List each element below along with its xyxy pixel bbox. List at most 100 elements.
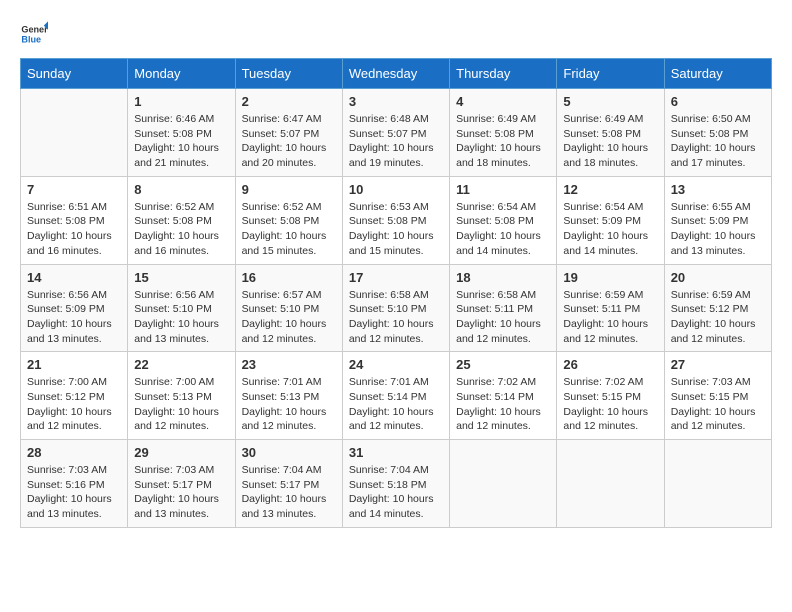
calendar-cell: 9 Sunrise: 6:52 AM Sunset: 5:08 PM Daylig… [235, 176, 342, 264]
day-number: 30 [242, 445, 336, 460]
col-header-thursday: Thursday [450, 59, 557, 89]
day-info: Sunrise: 6:55 AM Sunset: 5:09 PM Dayligh… [671, 200, 765, 259]
calendar-header-row: SundayMondayTuesdayWednesdayThursdayFrid… [21, 59, 772, 89]
day-info: Sunrise: 6:52 AM Sunset: 5:08 PM Dayligh… [242, 200, 336, 259]
calendar-cell: 29 Sunrise: 7:03 AM Sunset: 5:17 PM Dayli… [128, 440, 235, 528]
col-header-saturday: Saturday [664, 59, 771, 89]
calendar-cell: 12 Sunrise: 6:54 AM Sunset: 5:09 PM Dayli… [557, 176, 664, 264]
day-info: Sunrise: 6:54 AM Sunset: 5:08 PM Dayligh… [456, 200, 550, 259]
day-number: 29 [134, 445, 228, 460]
day-info: Sunrise: 6:59 AM Sunset: 5:11 PM Dayligh… [563, 288, 657, 347]
day-info: Sunrise: 7:02 AM Sunset: 5:14 PM Dayligh… [456, 375, 550, 434]
calendar-table: SundayMondayTuesdayWednesdayThursdayFrid… [20, 58, 772, 528]
day-number: 19 [563, 270, 657, 285]
logo-icon: General Blue [20, 20, 48, 48]
day-number: 20 [671, 270, 765, 285]
day-number: 18 [456, 270, 550, 285]
calendar-cell [21, 89, 128, 177]
day-info: Sunrise: 7:03 AM Sunset: 5:15 PM Dayligh… [671, 375, 765, 434]
day-number: 28 [27, 445, 121, 460]
day-info: Sunrise: 6:58 AM Sunset: 5:11 PM Dayligh… [456, 288, 550, 347]
calendar-cell: 6Sunrise: 6:50 AM Sunset: 5:08 PM Daylig… [664, 89, 771, 177]
day-info: Sunrise: 7:03 AM Sunset: 5:17 PM Dayligh… [134, 463, 228, 522]
day-info: Sunrise: 7:01 AM Sunset: 5:13 PM Dayligh… [242, 375, 336, 434]
calendar-cell: 10Sunrise: 6:53 AM Sunset: 5:08 PM Dayli… [342, 176, 449, 264]
day-number: 4 [456, 94, 550, 109]
day-number: 31 [349, 445, 443, 460]
day-number: 12 [563, 182, 657, 197]
day-info: Sunrise: 6:46 AM Sunset: 5:08 PM Dayligh… [134, 112, 228, 171]
day-number: 21 [27, 357, 121, 372]
calendar-cell: 27 Sunrise: 7:03 AM Sunset: 5:15 PM Dayli… [664, 352, 771, 440]
calendar-cell: 5 Sunrise: 6:49 AM Sunset: 5:08 PM Daylig… [557, 89, 664, 177]
calendar-cell [450, 440, 557, 528]
day-number: 22 [134, 357, 228, 372]
day-info: Sunrise: 6:49 AM Sunset: 5:08 PM Dayligh… [563, 112, 657, 171]
day-number: 5 [563, 94, 657, 109]
calendar-cell: 11 Sunrise: 6:54 AM Sunset: 5:08 PM Dayli… [450, 176, 557, 264]
calendar-week-row: 28 Sunrise: 7:03 AM Sunset: 5:16 PM Dayli… [21, 440, 772, 528]
header: General Blue [20, 20, 772, 48]
day-info: Sunrise: 6:51 AM Sunset: 5:08 PM Dayligh… [27, 200, 121, 259]
col-header-sunday: Sunday [21, 59, 128, 89]
day-number: 14 [27, 270, 121, 285]
day-info: Sunrise: 6:56 AM Sunset: 5:09 PM Dayligh… [27, 288, 121, 347]
calendar-cell: 4 Sunrise: 6:49 AM Sunset: 5:08 PM Daylig… [450, 89, 557, 177]
day-number: 7 [27, 182, 121, 197]
calendar-cell: 17Sunrise: 6:58 AM Sunset: 5:10 PM Dayli… [342, 264, 449, 352]
calendar-cell [664, 440, 771, 528]
calendar-cell: 8 Sunrise: 6:52 AM Sunset: 5:08 PM Daylig… [128, 176, 235, 264]
day-info: Sunrise: 7:04 AM Sunset: 5:18 PM Dayligh… [349, 463, 443, 522]
day-number: 11 [456, 182, 550, 197]
calendar-cell: 7 Sunrise: 6:51 AM Sunset: 5:08 PM Daylig… [21, 176, 128, 264]
day-info: Sunrise: 6:50 AM Sunset: 5:08 PM Dayligh… [671, 112, 765, 171]
calendar-cell: 19 Sunrise: 6:59 AM Sunset: 5:11 PM Dayli… [557, 264, 664, 352]
calendar-cell: 13Sunrise: 6:55 AM Sunset: 5:09 PM Dayli… [664, 176, 771, 264]
calendar-cell: 24Sunrise: 7:01 AM Sunset: 5:14 PM Dayli… [342, 352, 449, 440]
col-header-tuesday: Tuesday [235, 59, 342, 89]
calendar-cell: 16Sunrise: 6:57 AM Sunset: 5:10 PM Dayli… [235, 264, 342, 352]
day-info: Sunrise: 7:00 AM Sunset: 5:12 PM Dayligh… [27, 375, 121, 434]
logo: General Blue [20, 20, 48, 48]
day-number: 24 [349, 357, 443, 372]
day-info: Sunrise: 6:53 AM Sunset: 5:08 PM Dayligh… [349, 200, 443, 259]
day-info: Sunrise: 7:00 AM Sunset: 5:13 PM Dayligh… [134, 375, 228, 434]
calendar-cell: 30Sunrise: 7:04 AM Sunset: 5:17 PM Dayli… [235, 440, 342, 528]
col-header-friday: Friday [557, 59, 664, 89]
calendar-cell: 2Sunrise: 6:47 AM Sunset: 5:07 PM Daylig… [235, 89, 342, 177]
col-header-monday: Monday [128, 59, 235, 89]
calendar-week-row: 14 Sunrise: 6:56 AM Sunset: 5:09 PM Dayli… [21, 264, 772, 352]
day-number: 26 [563, 357, 657, 372]
day-number: 16 [242, 270, 336, 285]
day-number: 27 [671, 357, 765, 372]
calendar-cell: 14 Sunrise: 6:56 AM Sunset: 5:09 PM Dayli… [21, 264, 128, 352]
day-number: 15 [134, 270, 228, 285]
day-info: Sunrise: 6:54 AM Sunset: 5:09 PM Dayligh… [563, 200, 657, 259]
calendar-cell: 3Sunrise: 6:48 AM Sunset: 5:07 PM Daylig… [342, 89, 449, 177]
day-number: 8 [134, 182, 228, 197]
day-number: 25 [456, 357, 550, 372]
day-number: 1 [134, 94, 228, 109]
day-number: 3 [349, 94, 443, 109]
day-info: Sunrise: 7:02 AM Sunset: 5:15 PM Dayligh… [563, 375, 657, 434]
day-info: Sunrise: 6:49 AM Sunset: 5:08 PM Dayligh… [456, 112, 550, 171]
calendar-cell: 31 Sunrise: 7:04 AM Sunset: 5:18 PM Dayli… [342, 440, 449, 528]
svg-text:Blue: Blue [21, 34, 41, 44]
calendar-cell: 15Sunrise: 6:56 AM Sunset: 5:10 PM Dayli… [128, 264, 235, 352]
calendar-week-row: 1 Sunrise: 6:46 AM Sunset: 5:08 PM Daylig… [21, 89, 772, 177]
day-info: Sunrise: 7:03 AM Sunset: 5:16 PM Dayligh… [27, 463, 121, 522]
day-info: Sunrise: 6:58 AM Sunset: 5:10 PM Dayligh… [349, 288, 443, 347]
calendar-cell: 25 Sunrise: 7:02 AM Sunset: 5:14 PM Dayli… [450, 352, 557, 440]
calendar-cell: 21 Sunrise: 7:00 AM Sunset: 5:12 PM Dayli… [21, 352, 128, 440]
day-number: 9 [242, 182, 336, 197]
calendar-week-row: 21 Sunrise: 7:00 AM Sunset: 5:12 PM Dayli… [21, 352, 772, 440]
col-header-wednesday: Wednesday [342, 59, 449, 89]
calendar-cell: 28 Sunrise: 7:03 AM Sunset: 5:16 PM Dayli… [21, 440, 128, 528]
day-info: Sunrise: 6:52 AM Sunset: 5:08 PM Dayligh… [134, 200, 228, 259]
calendar-cell [557, 440, 664, 528]
calendar-cell: 20Sunrise: 6:59 AM Sunset: 5:12 PM Dayli… [664, 264, 771, 352]
calendar-cell: 1 Sunrise: 6:46 AM Sunset: 5:08 PM Daylig… [128, 89, 235, 177]
calendar-cell: 22 Sunrise: 7:00 AM Sunset: 5:13 PM Dayli… [128, 352, 235, 440]
calendar-cell: 26 Sunrise: 7:02 AM Sunset: 5:15 PM Dayli… [557, 352, 664, 440]
day-number: 2 [242, 94, 336, 109]
